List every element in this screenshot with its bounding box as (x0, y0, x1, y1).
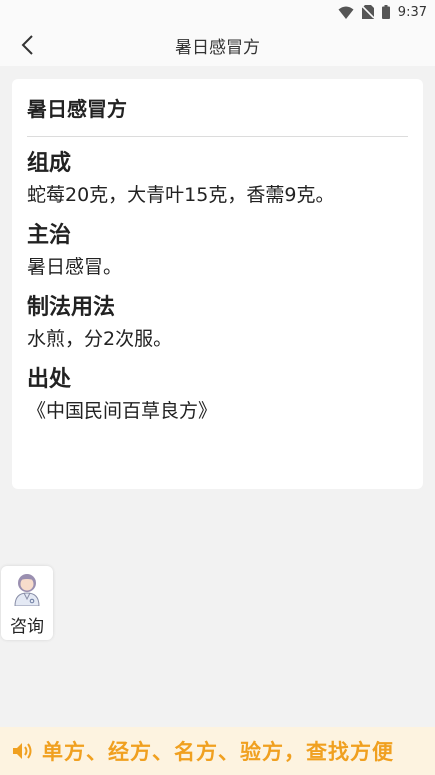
chevron-left-icon (21, 35, 33, 55)
recipe-title: 暑日感冒方 (27, 97, 127, 121)
section-preparation: 制法用法 水煎，分2次服。 (27, 293, 408, 353)
section-heading: 组成 (27, 151, 72, 176)
section-text: 《中国民间百草良方》 (27, 400, 218, 422)
promo-banner[interactable]: 单方、经方、名方、验方，查找方便 (0, 727, 435, 775)
consult-button[interactable]: 咨询 (1, 566, 53, 640)
header: 暑日感冒方 (0, 24, 435, 66)
section-text: 蛇莓20克，大青叶15克，香薷9克。 (27, 184, 335, 206)
section-indication: 主治 暑日感冒。 (27, 221, 408, 281)
no-sim-icon (361, 5, 374, 19)
section-text: 水煎，分2次服。 (27, 328, 173, 350)
banner-text: 单方、经方、名方、验方，查找方便 (42, 739, 394, 764)
doctor-avatar-icon (14, 574, 40, 606)
consult-label: 咨询 (10, 617, 44, 637)
section-composition: 组成 蛇莓20克，大青叶15克，香薷9克。 (27, 149, 408, 209)
wifi-icon (338, 6, 354, 19)
section-heading: 制法用法 (27, 295, 116, 320)
section-heading: 主治 (27, 223, 72, 248)
section-text: 暑日感冒。 (27, 256, 123, 278)
section-source: 出处 《中国民间百草良方》 (27, 365, 408, 425)
recipe-card: 暑日感冒方 组成 蛇莓20克，大青叶15克，香薷9克。 主治 暑日感冒。 制法用… (12, 79, 423, 489)
section-heading: 出处 (27, 367, 72, 392)
status-bar: 9:37 (0, 0, 435, 24)
divider (27, 136, 408, 137)
speaker-icon (13, 743, 32, 759)
status-time: 9:37 (397, 4, 427, 20)
back-button[interactable] (14, 32, 40, 58)
page-title: 暑日感冒方 (175, 37, 260, 58)
battery-icon (381, 5, 390, 19)
